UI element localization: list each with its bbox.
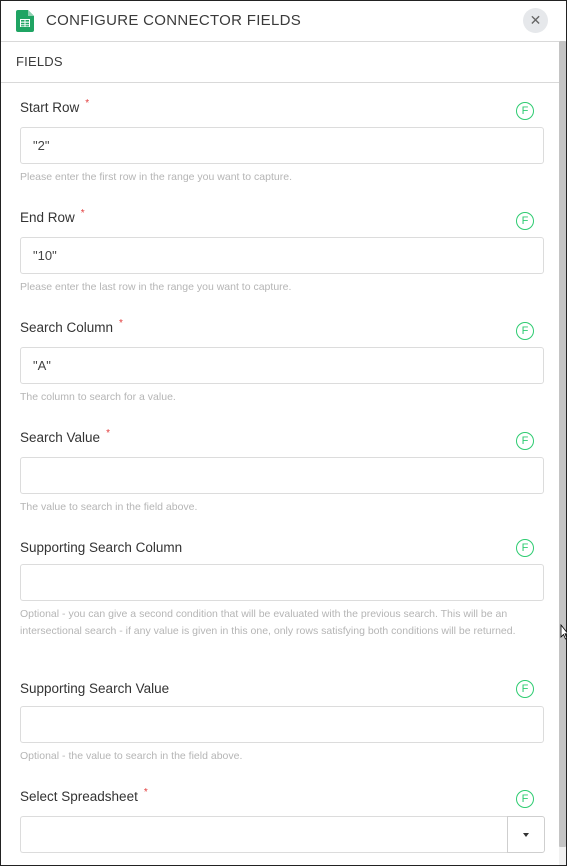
formula-toggle-icon[interactable]: F (516, 102, 534, 120)
search-column-label: Search Column * (20, 318, 123, 335)
formula-toggle-icon[interactable]: F (516, 539, 534, 557)
search-column-help: The column to search for a value. (20, 391, 176, 403)
end-row-help: Please enter the last row in the range y… (20, 281, 292, 293)
formula-toggle-icon[interactable]: F (516, 212, 534, 230)
caret-down-icon (523, 832, 529, 837)
start-row-value: "2" (33, 138, 50, 153)
end-row-input[interactable]: "10" (20, 237, 544, 274)
dialog-header: CONFIGURE CONNECTOR FIELDS ✕ (1, 1, 566, 41)
required-marker: * (143, 787, 148, 798)
header-divider (1, 41, 559, 42)
scrollbar-thumb[interactable] (559, 41, 566, 847)
end-row-label: End Row * (20, 208, 85, 225)
search-value-label: Search Value * (20, 428, 110, 445)
configure-connector-dialog: CONFIGURE CONNECTOR FIELDS ✕ FIELDS Star… (0, 0, 567, 866)
supporting-search-value-label: Supporting Search Value (20, 681, 170, 696)
section-title: FIELDS (16, 54, 63, 69)
supporting-search-column-label: Supporting Search Column (20, 540, 183, 555)
start-row-label: Start Row * (20, 98, 90, 115)
section-divider (1, 82, 559, 83)
mouse-cursor-icon (560, 624, 567, 640)
supporting-search-value-input[interactable] (20, 706, 544, 743)
formula-toggle-icon[interactable]: F (516, 432, 534, 450)
search-value-help: The value to search in the field above. (20, 501, 198, 513)
close-icon: ✕ (529, 12, 542, 28)
required-marker: * (80, 208, 85, 219)
formula-toggle-icon[interactable]: F (516, 322, 534, 340)
supporting-search-column-input[interactable] (20, 564, 544, 601)
required-marker: * (106, 428, 110, 439)
search-column-input[interactable]: "A" (20, 347, 544, 384)
close-button[interactable]: ✕ (523, 8, 548, 33)
supporting-search-value-help: Optional - the value to search in the fi… (20, 750, 243, 762)
start-row-input[interactable]: "2" (20, 127, 544, 164)
required-marker: * (119, 318, 123, 329)
select-spreadsheet-label: Select Spreadsheet * (20, 787, 148, 804)
dialog-title: CONFIGURE CONNECTOR FIELDS (46, 12, 302, 29)
formula-toggle-icon[interactable]: F (516, 680, 534, 698)
select-spreadsheet-dropdown[interactable] (20, 816, 545, 853)
search-column-value: "A" (33, 358, 51, 373)
supporting-search-column-help: Optional - you can give a second conditi… (20, 608, 516, 637)
search-value-input[interactable] (20, 457, 544, 494)
dropdown-toggle-button[interactable] (507, 816, 545, 853)
required-marker: * (85, 98, 90, 109)
end-row-value: "10" (33, 248, 57, 263)
formula-toggle-icon[interactable]: F (516, 790, 534, 808)
select-spreadsheet-value-box[interactable] (20, 816, 508, 853)
start-row-help: Please enter the first row in the range … (20, 171, 292, 183)
google-sheets-icon (16, 10, 34, 32)
